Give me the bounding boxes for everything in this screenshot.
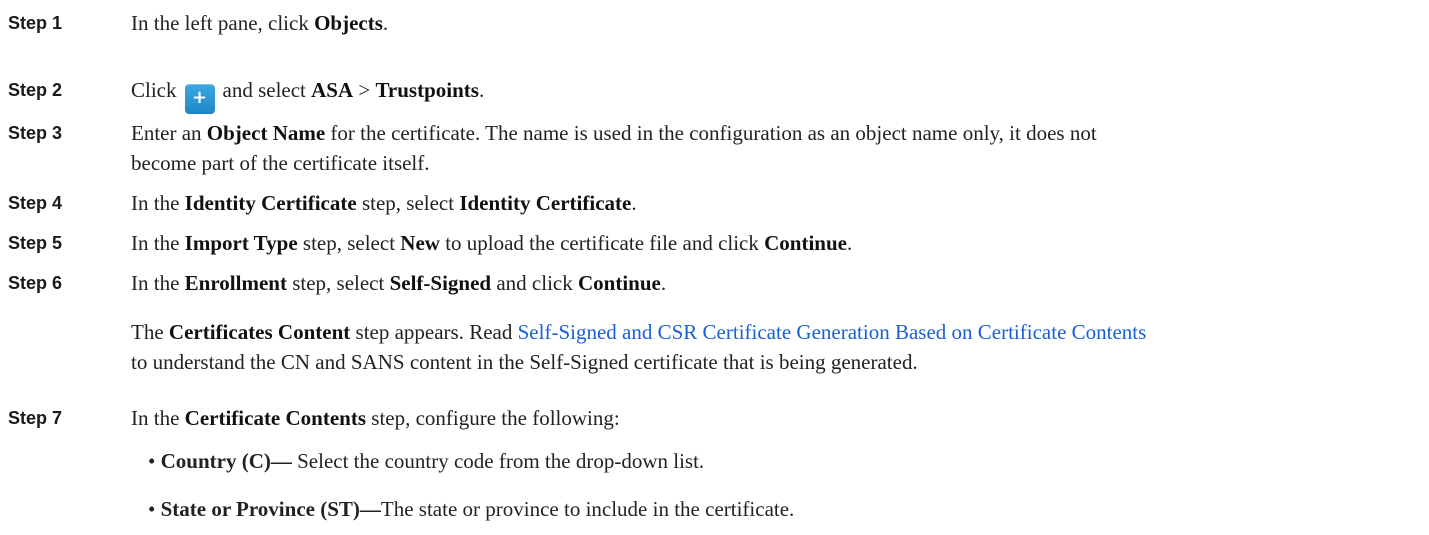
- plus-icon: +: [184, 84, 215, 114]
- step-label: Step 2: [8, 80, 63, 100]
- cross-reference-link[interactable]: Self-Signed and CSR Certificate Generati…: [518, 320, 1147, 344]
- step-text: In the Identity Certificate step, select…: [131, 188, 1421, 218]
- text-run: In the: [131, 191, 185, 215]
- ui-term: State or Province (ST)—: [160, 497, 381, 521]
- ui-term: ASA: [311, 78, 354, 102]
- bullet-mark: •: [148, 449, 156, 473]
- step-label: Step 5: [8, 233, 63, 253]
- step-text: In the left pane, click Objects.: [131, 8, 1421, 38]
- ui-term: Certificate Contents: [184, 406, 367, 430]
- text-run: .: [382, 11, 389, 35]
- ui-term: Identity Certificate: [459, 191, 632, 215]
- text-run: The: [131, 320, 169, 344]
- ui-term: Continue: [764, 231, 847, 255]
- list-item: • Country (C)— Select the country code f…: [148, 446, 704, 476]
- text-run: .: [660, 271, 667, 295]
- ui-term: Object Name: [206, 121, 326, 145]
- text-run: Enter an: [131, 121, 207, 145]
- text-run: and select: [222, 78, 312, 102]
- text-run: .: [631, 191, 637, 215]
- step-text: In the Enrollment step, select Self-Sign…: [131, 268, 1421, 298]
- text-run: and click: [491, 271, 578, 295]
- text-run: In the: [131, 271, 185, 295]
- text-run: .: [478, 78, 485, 102]
- text-run: step, select: [286, 271, 390, 295]
- bullet-mark: •: [148, 497, 156, 521]
- step-text: In the Certificate Contents step, config…: [131, 403, 1421, 433]
- step-label: Step 3: [8, 123, 63, 143]
- text-run: Click: [131, 78, 177, 102]
- list-item: • State or Province (ST)—The state or pr…: [148, 494, 794, 524]
- ui-term: Trustpoints: [375, 78, 479, 102]
- step-label: Step 1: [8, 13, 63, 33]
- ui-term: Certificates Content: [168, 320, 351, 344]
- ui-term: Objects: [314, 11, 383, 35]
- text-run: In the left pane, click: [131, 11, 315, 35]
- text-run: for the certificate. The name is used in…: [325, 121, 1097, 145]
- step-label: Step 6: [8, 273, 63, 293]
- text-run: In the: [131, 406, 185, 430]
- text-run: The state or province to include in the …: [380, 497, 795, 521]
- text-run: become part of the certificate itself.: [131, 151, 430, 175]
- step-text: In the Import Type step, select New to u…: [131, 228, 1421, 258]
- ui-term: Self-Signed: [389, 271, 492, 295]
- step-note: The Certificates Content step appears. R…: [131, 317, 1421, 377]
- step-text: Enter an Object Name for the certificate…: [131, 118, 1421, 178]
- text-run: .: [846, 231, 853, 255]
- step-label: Step 4: [8, 193, 63, 213]
- step-text: Click + and select ASA > Trustpoints.: [131, 75, 1421, 114]
- ui-term: Enrollment: [184, 271, 287, 295]
- text-run: step, select: [356, 191, 460, 215]
- step-label: Step 7: [8, 408, 63, 428]
- ui-term: Identity Certificate: [184, 191, 357, 215]
- text-run: step appears. Read: [350, 320, 518, 344]
- text-run: step, select: [297, 231, 401, 255]
- text-run: to upload the certificate file and click: [439, 231, 765, 255]
- text-run: step, configure the following:: [366, 406, 620, 430]
- ui-term: Import Type: [184, 231, 298, 255]
- text-run: Select the country code from the drop-do…: [291, 449, 705, 473]
- ui-term: Continue: [578, 271, 661, 295]
- text-run: to understand the CN and SANS content in…: [131, 350, 918, 374]
- ui-term: Country (C)—: [160, 449, 292, 473]
- ui-term: New: [400, 231, 440, 255]
- text-run: In the: [131, 231, 185, 255]
- text-run: >: [353, 78, 376, 102]
